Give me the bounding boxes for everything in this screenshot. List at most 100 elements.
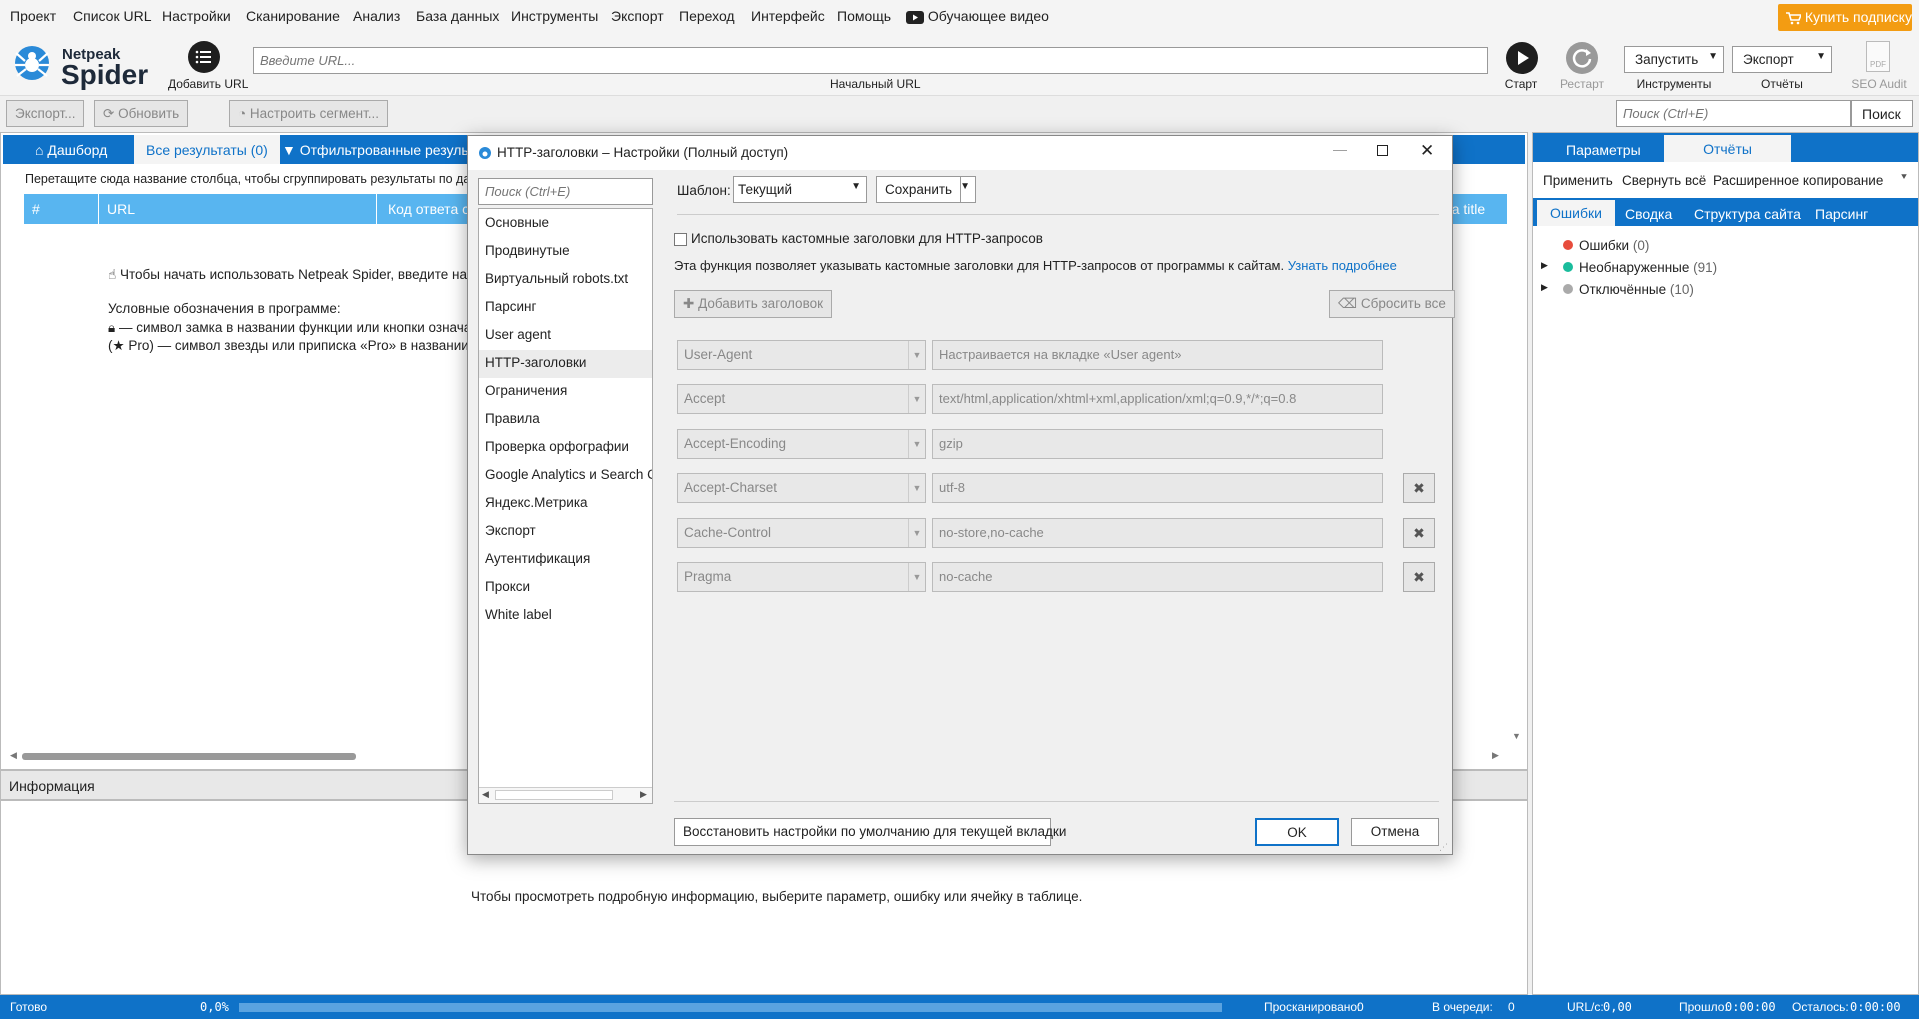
settings-search-input[interactable]: [478, 178, 653, 205]
menu-help[interactable]: Помощь: [837, 8, 891, 24]
url-input[interactable]: [253, 47, 1488, 74]
header-name-dropdown[interactable]: Accept-Charset ▼: [677, 473, 926, 503]
custom-headers-option[interactable]: Использовать кастомные заголовки для HTT…: [674, 231, 1043, 246]
nav-item-proxy[interactable]: Прокси: [479, 574, 652, 602]
menu-video[interactable]: Обучающее видео: [906, 8, 1049, 24]
tab-dashboard[interactable]: ⌂ Дашборд: [35, 142, 107, 158]
nav-item-yandex-metrika[interactable]: Яндекс.Метрика: [479, 490, 652, 518]
tree-item-disabled[interactable]: Отключённые (10): [1563, 282, 1694, 297]
scroll-down-icon[interactable]: ▼: [1512, 731, 1521, 741]
header-value-field[interactable]: text/html,application/xhtml+xml,applicat…: [932, 384, 1383, 414]
minimize-icon[interactable]: —: [1333, 141, 1347, 157]
add-header-button[interactable]: ✚ Добавить заголовок: [674, 290, 832, 318]
header-value-field[interactable]: no-cache: [932, 562, 1383, 592]
nav-item-basic[interactable]: Основные: [479, 210, 652, 238]
nav-item-limits[interactable]: Ограничения: [479, 378, 652, 406]
results-search-input[interactable]: [1616, 100, 1851, 127]
nav-item-advanced[interactable]: Продвинутые: [479, 238, 652, 266]
apply-button[interactable]: Применить: [1543, 173, 1613, 188]
expand-arrow-icon[interactable]: ▶: [1541, 260, 1548, 271]
close-icon[interactable]: ✕: [1420, 141, 1434, 161]
nav-item-parsing[interactable]: Парсинг: [479, 294, 652, 322]
subtab-site-structure[interactable]: Структура сайта: [1694, 206, 1801, 222]
restore-defaults-button[interactable]: Восстановить настройки по умолчанию для …: [674, 818, 1066, 846]
scroll-thumb[interactable]: [495, 790, 613, 800]
col-code[interactable]: Код ответа се: [388, 201, 477, 217]
remove-header-button[interactable]: ✖: [1403, 518, 1435, 548]
reset-all-button[interactable]: ⌫ Сбросить все: [1329, 290, 1455, 318]
header-value-field[interactable]: no-store,no-cache: [932, 518, 1383, 548]
cancel-button[interactable]: Отмена: [1351, 818, 1439, 846]
nav-item-white-label[interactable]: White label: [479, 602, 652, 630]
custom-headers-checkbox[interactable]: [674, 232, 687, 246]
menu-navigate[interactable]: Переход: [679, 8, 735, 24]
learn-more-link[interactable]: Узнать подробнее: [1288, 258, 1397, 273]
overflow-chevron-icon[interactable]: ⯆: [1900, 172, 1908, 183]
save-template-button[interactable]: Сохранить ▼: [876, 176, 976, 203]
refresh-button[interactable]: ⟳ Обновить: [94, 100, 189, 127]
header-value-field[interactable]: Настраивается на вкладке «User agent»: [932, 340, 1383, 370]
nav-item-export[interactable]: Экспорт: [479, 518, 652, 546]
subtab-parsing[interactable]: Парсинг: [1815, 206, 1868, 222]
remove-header-button[interactable]: ✖: [1403, 473, 1435, 503]
subtab-errors[interactable]: Ошибки: [1537, 200, 1615, 226]
header-value-field[interactable]: gzip: [932, 429, 1383, 459]
subtab-summary[interactable]: Сводка: [1625, 206, 1672, 222]
horizontal-scrollbar[interactable]: [22, 753, 356, 760]
buy-subscription-button[interactable]: Купить подписку: [1778, 4, 1912, 31]
col-num[interactable]: #: [32, 201, 40, 217]
nav-item-rules[interactable]: Правила: [479, 406, 652, 434]
tab-all-results[interactable]: Все результаты (0): [134, 135, 280, 164]
header-value-field[interactable]: utf-8: [932, 473, 1383, 503]
header-name-dropdown[interactable]: Pragma ▼: [677, 562, 926, 592]
tree-item-errors[interactable]: Ошибки (0): [1563, 238, 1649, 253]
results-search-button[interactable]: Поиск: [1851, 100, 1913, 127]
advanced-copy-button[interactable]: Расширенное копирование: [1713, 173, 1883, 188]
menu-database[interactable]: База данных: [416, 8, 499, 24]
tab-filtered[interactable]: ▼ Отфильтрованные результат: [282, 142, 488, 158]
menu-url-list[interactable]: Список URL: [73, 8, 151, 24]
dropdown-arrow-icon: ▼: [908, 341, 925, 369]
scroll-left-icon[interactable]: ◀: [10, 750, 17, 761]
restart-button[interactable]: [1566, 42, 1598, 74]
menu-tools[interactable]: Инструменты: [511, 8, 598, 24]
maximize-icon[interactable]: [1377, 145, 1388, 156]
export-results-button[interactable]: Экспорт...: [6, 100, 85, 127]
tab-parameters[interactable]: Параметры: [1566, 142, 1641, 158]
resize-grip-icon[interactable]: ⋰: [1439, 842, 1448, 853]
collapse-all-button[interactable]: Свернуть всё: [1622, 173, 1706, 188]
expand-arrow-icon[interactable]: ▶: [1541, 282, 1548, 293]
menu-interface[interactable]: Интерфейс: [751, 8, 825, 24]
start-button[interactable]: [1506, 42, 1538, 74]
remove-header-button[interactable]: ✖: [1403, 562, 1435, 592]
scroll-right-icon[interactable]: ▶: [640, 789, 647, 800]
nav-item-spellcheck[interactable]: Проверка орфографии: [479, 434, 652, 462]
menu-scan[interactable]: Сканирование: [246, 8, 340, 24]
menu-project[interactable]: Проект: [10, 8, 56, 24]
segment-button[interactable]: ◔ Настроить сегмент...: [229, 100, 389, 127]
header-name-dropdown[interactable]: Cache-Control ▼: [677, 518, 926, 548]
nav-item-google-analytics[interactable]: Google Analytics и Search Co: [479, 462, 652, 490]
menu-export[interactable]: Экспорт: [611, 8, 664, 24]
scroll-left-icon[interactable]: ◀: [482, 789, 489, 800]
scroll-right-icon[interactable]: ▶: [1492, 750, 1499, 761]
nav-item-auth[interactable]: Аутентификация: [479, 546, 652, 574]
header-name-dropdown[interactable]: User-Agent ▼: [677, 340, 926, 370]
nav-item-robots[interactable]: Виртуальный robots.txt: [479, 266, 652, 294]
run-dropdown[interactable]: Запустить ▼: [1624, 46, 1724, 73]
add-url-button[interactable]: [188, 41, 220, 73]
export-dropdown[interactable]: Экспорт ▼: [1732, 46, 1832, 73]
pdf-icon[interactable]: PDF: [1866, 41, 1890, 72]
nav-item-user-agent[interactable]: User agent: [479, 322, 652, 350]
col-url[interactable]: URL: [107, 201, 135, 217]
tree-item-not-found[interactable]: Необнаруженные (91): [1563, 260, 1717, 275]
nav-item-http-headers[interactable]: HTTP-заголовки: [479, 350, 652, 378]
tab-reports[interactable]: Отчёты: [1664, 135, 1791, 162]
menu-analysis[interactable]: Анализ: [353, 8, 400, 24]
nav-hscrollbar[interactable]: ◀ ▶: [479, 787, 652, 803]
header-name-dropdown[interactable]: Accept-Encoding ▼: [677, 429, 926, 459]
header-name-dropdown[interactable]: Accept ▼: [677, 384, 926, 414]
menu-settings[interactable]: Настройки: [162, 8, 231, 24]
template-dropdown[interactable]: Текущий ▼: [733, 176, 867, 203]
ok-button[interactable]: OK: [1255, 818, 1339, 846]
